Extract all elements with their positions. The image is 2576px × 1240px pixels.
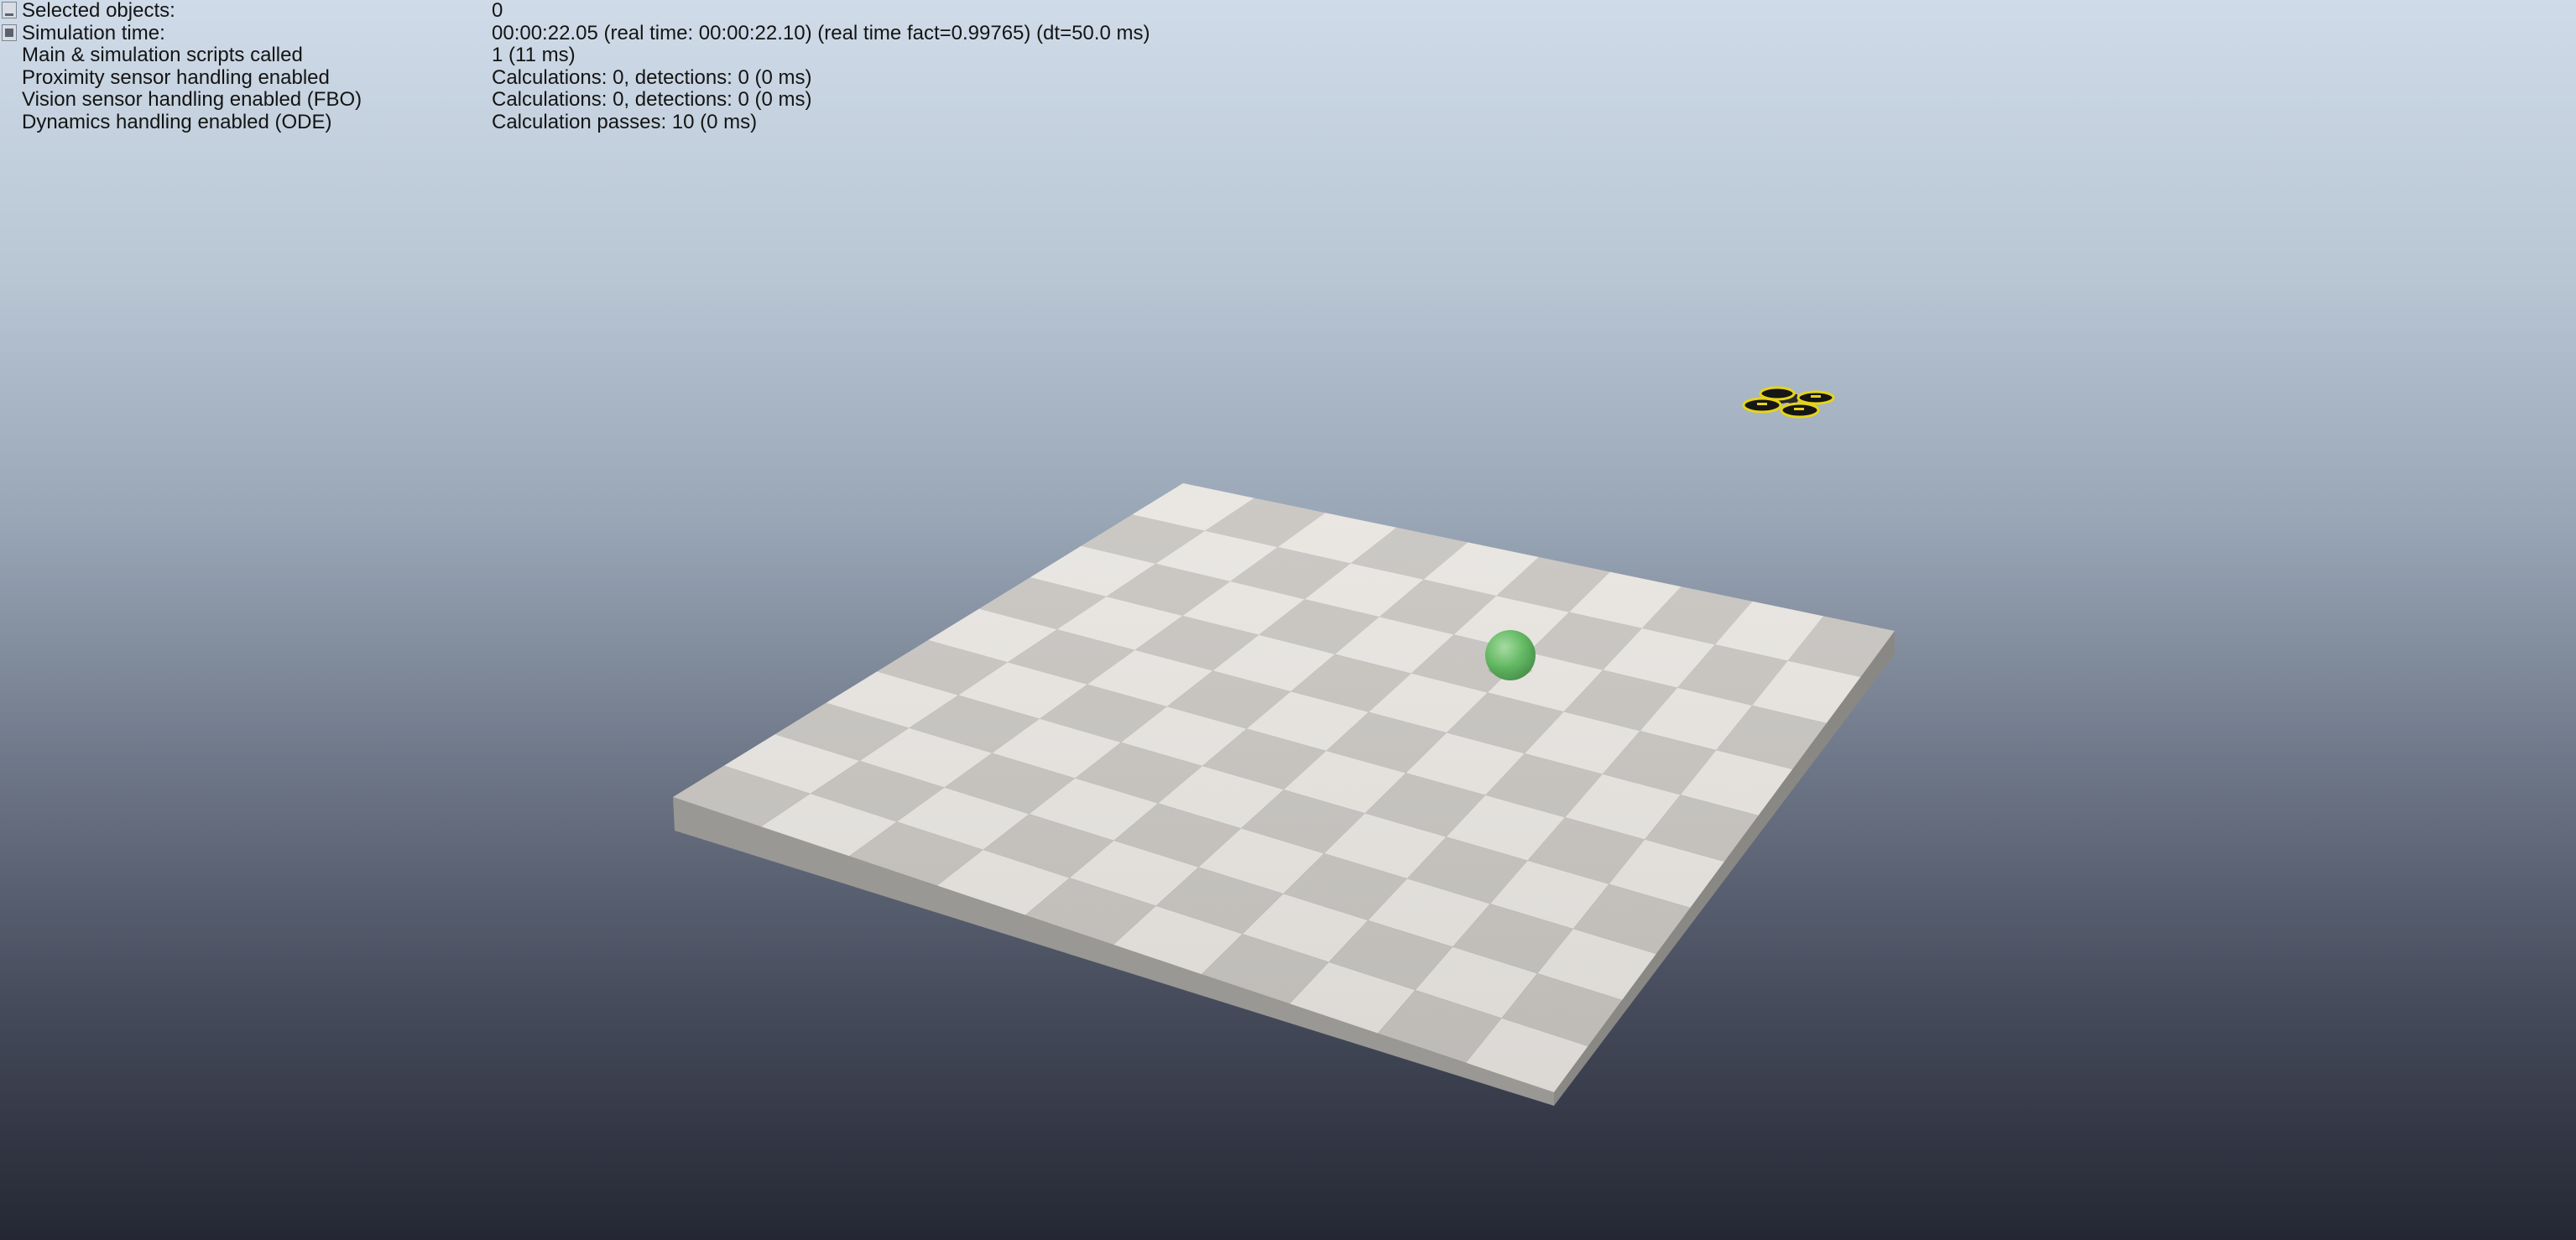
- info-row-dynamics: Dynamics handling enabled (ODE) Calculat…: [0, 110, 1259, 134]
- info-label: Proximity sensor handling enabled: [22, 65, 330, 89]
- info-row-simulation-time: Simulation time: 00:00:22.05 (real time:…: [0, 21, 1259, 45]
- info-value: Calculations: 0, detections: 0 (0 ms): [492, 65, 812, 89]
- info-row-vision-sensor: Vision sensor handling enabled (FBO) Cal…: [0, 88, 1259, 112]
- info-label: Main & simulation scripts called: [22, 44, 303, 66]
- info-label: Simulation time:: [22, 21, 165, 44]
- info-row-scripts: Main & simulation scripts called 1 (11 m…: [0, 44, 1259, 67]
- info-value: 00:00:22.05 (real time: 00:00:22.10) (re…: [492, 21, 1150, 44]
- expand-info-toggle-icon[interactable]: [2, 23, 17, 41]
- quadcopter-model[interactable]: [1742, 386, 1835, 419]
- scene-viewport[interactable]: Selected objects: 0 Simulation time: 00:…: [0, 0, 2576, 1240]
- simulation-info-overlay: Selected objects: 0 Simulation time: 00:…: [0, 0, 1259, 133]
- info-value: Calculation passes: 10 (0 ms): [492, 110, 758, 133]
- info-value: 1 (11 ms): [492, 44, 576, 66]
- floor-top-shade: [673, 483, 1895, 1092]
- info-value: Calculations: 0, detections: 0 (0 ms): [492, 88, 812, 111]
- info-label: Selected objects:: [22, 0, 175, 22]
- collapse-info-toggle-icon[interactable]: [2, 2, 17, 18]
- info-row-selected-objects: Selected objects: 0: [0, 0, 1259, 23]
- target-sphere[interactable]: [1485, 630, 1536, 680]
- info-label: Vision sensor handling enabled (FBO): [22, 88, 362, 111]
- info-row-proximity-sensor: Proximity sensor handling enabled Calcul…: [0, 65, 1259, 90]
- info-label: Dynamics handling enabled (ODE): [22, 110, 332, 133]
- quad-rotor: [1759, 386, 1796, 401]
- info-value: 0: [492, 0, 503, 22]
